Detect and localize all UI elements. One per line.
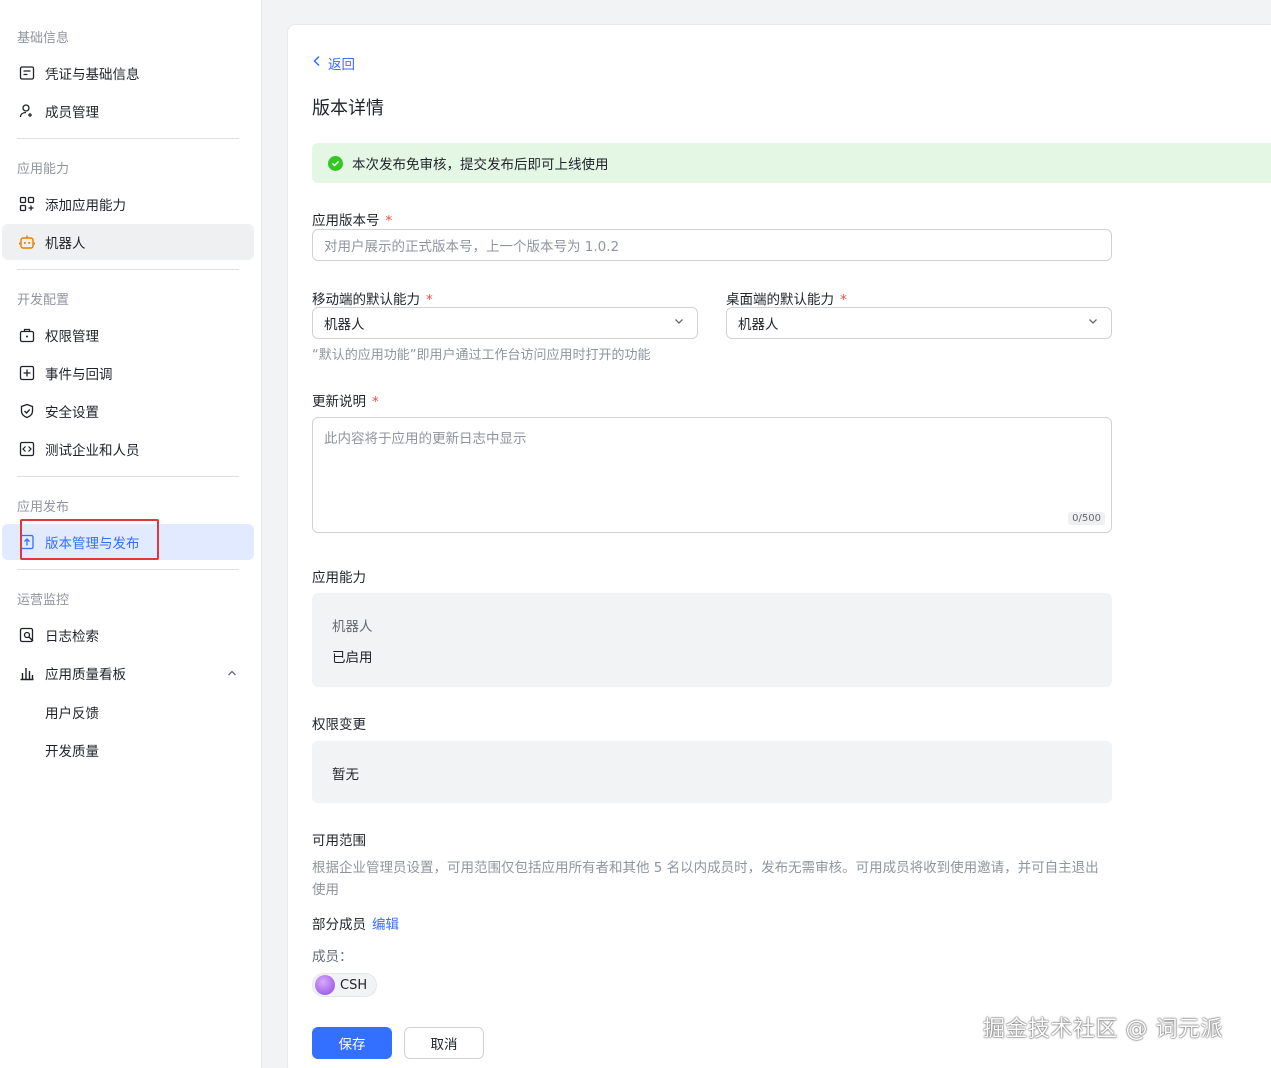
alert-text: 本次发布免审核，提交发布后即可上线使用 [352, 157, 609, 173]
sidebar-item-add-capability[interactable]: 添加应用能力 [2, 186, 254, 222]
capability-label: 应用能力 [312, 570, 366, 586]
sidebar-item-label: 应用质量看板 [45, 667, 126, 683]
page-title: 版本详情 [312, 98, 384, 119]
permission-value: 暂无 [332, 767, 359, 783]
notes-textarea[interactable]: 此内容将于应用的更新日志中显示 0/500 [312, 417, 1112, 533]
highlight-box [20, 519, 159, 560]
shield-icon [18, 402, 36, 420]
avatar [315, 975, 335, 995]
sidebar-item-quality-board[interactable]: 应用质量看板 [2, 655, 254, 691]
version-placeholder: 对用户展示的正式版本号，上一个版本号为 1.0.2 [324, 239, 620, 255]
briefcase-icon [18, 326, 36, 344]
sidebar-item-permissions[interactable]: 权限管理 [2, 317, 254, 353]
sidebar: 基础信息 凭证与基础信息 成员管理 应用能力 添加应用能力 机器人 开发配置 权… [0, 0, 262, 1068]
divider [17, 569, 239, 570]
sidebar-item-label: 测试企业和人员 [45, 443, 140, 459]
sidebar-item-label: 凭证与基础信息 [45, 67, 140, 83]
sidebar-item-label: 机器人 [45, 236, 86, 252]
desktop-default-value: 机器人 [738, 317, 779, 333]
chevron-left-icon [312, 55, 322, 71]
divider [17, 269, 239, 270]
bar-chart-icon [18, 664, 36, 682]
robot-icon [18, 233, 36, 251]
scope-description: 根据企业管理员设置，可用范围仅包括应用所有者和其他 5 名以内成员时，发布无需审… [312, 860, 1099, 898]
mobile-default-value: 机器人 [324, 317, 365, 333]
watermark: 掘金技术社区 @ 词元派 [983, 1017, 1223, 1042]
plus-square-icon [18, 364, 36, 382]
sidebar-item-label: 成员管理 [45, 105, 99, 121]
char-counter: 0/500 [1068, 512, 1105, 525]
divider [17, 476, 239, 477]
permission-label: 权限变更 [312, 717, 366, 733]
capability-name: 机器人 [332, 619, 373, 635]
version-input[interactable]: 对用户展示的正式版本号，上一个版本号为 1.0.2 [312, 229, 1112, 261]
chevron-up-icon[interactable] [226, 667, 238, 683]
section-title-basic: 基础信息 [17, 31, 70, 46]
notes-placeholder: 此内容将于应用的更新日志中显示 [324, 431, 527, 447]
member-chip[interactable]: CSH [312, 973, 378, 997]
sidebar-item-events[interactable]: 事件与回调 [2, 355, 254, 391]
sidebar-item-label: 权限管理 [45, 329, 99, 345]
sidebar-item-log-search[interactable]: 日志检索 [2, 617, 254, 653]
sidebar-item-label: 事件与回调 [45, 367, 113, 383]
sidebar-item-label: 日志检索 [45, 629, 99, 645]
edit-scope-link[interactable]: 编辑 [372, 917, 399, 933]
document-icon [18, 64, 36, 82]
notes-label: 更新说明 * [312, 394, 379, 410]
mobile-default-select[interactable]: 机器人 [312, 307, 698, 339]
permission-panel: 暂无 [312, 741, 1112, 803]
search-log-icon [18, 626, 36, 644]
cancel-button[interactable]: 取消 [404, 1027, 484, 1059]
sidebar-item-security[interactable]: 安全设置 [2, 393, 254, 429]
code-icon [18, 440, 36, 458]
check-circle-icon [328, 155, 343, 171]
members-label: 成员： [312, 949, 353, 965]
sidebar-subitem-dev-quality[interactable]: 开发质量 [45, 740, 99, 760]
sidebar-item-label: 安全设置 [45, 405, 99, 421]
desktop-default-label: 桌面端的默认能力 * [726, 292, 847, 308]
sidebar-item-robot[interactable]: 机器人 [2, 224, 254, 260]
version-label: 应用版本号 * [312, 213, 393, 229]
scope-mode: 部分成员 编辑 [312, 913, 399, 933]
section-title-dev: 开发配置 [17, 293, 70, 308]
member-name: CSH [340, 977, 368, 993]
back-label: 返回 [328, 57, 355, 73]
section-title-monitor: 运营监控 [17, 593, 70, 608]
scope-mode-text: 部分成员 [312, 917, 366, 933]
sidebar-item-members[interactable]: 成员管理 [2, 93, 254, 129]
add-user-icon [18, 102, 36, 120]
apps-grid-icon [18, 195, 36, 213]
desktop-default-select[interactable]: 机器人 [726, 307, 1112, 339]
save-button[interactable]: 保存 [312, 1027, 392, 1059]
sidebar-item-test-enterprise[interactable]: 测试企业和人员 [2, 431, 254, 467]
sidebar-subitem-feedback[interactable]: 用户反馈 [45, 702, 99, 722]
section-title-publish: 应用发布 [17, 500, 70, 515]
divider [17, 138, 239, 139]
default-hint: “默认的应用功能”即用户通过工作台访问应用时打开的功能 [312, 348, 651, 363]
sidebar-item-label: 添加应用能力 [45, 198, 126, 214]
capability-status: 已启用 [332, 650, 373, 666]
sidebar-item-credentials[interactable]: 凭证与基础信息 [2, 55, 254, 91]
success-alert: 本次发布免审核，提交发布后即可上线使用 [312, 143, 1271, 183]
back-link[interactable]: 返回 [312, 53, 355, 73]
mobile-default-label: 移动端的默认能力 * [312, 292, 433, 308]
chevron-down-icon [673, 315, 685, 331]
capability-panel: 机器人 已启用 [312, 593, 1112, 687]
chevron-down-icon [1087, 315, 1099, 331]
scope-label: 可用范围 [312, 833, 366, 849]
section-title-capability: 应用能力 [17, 162, 70, 177]
